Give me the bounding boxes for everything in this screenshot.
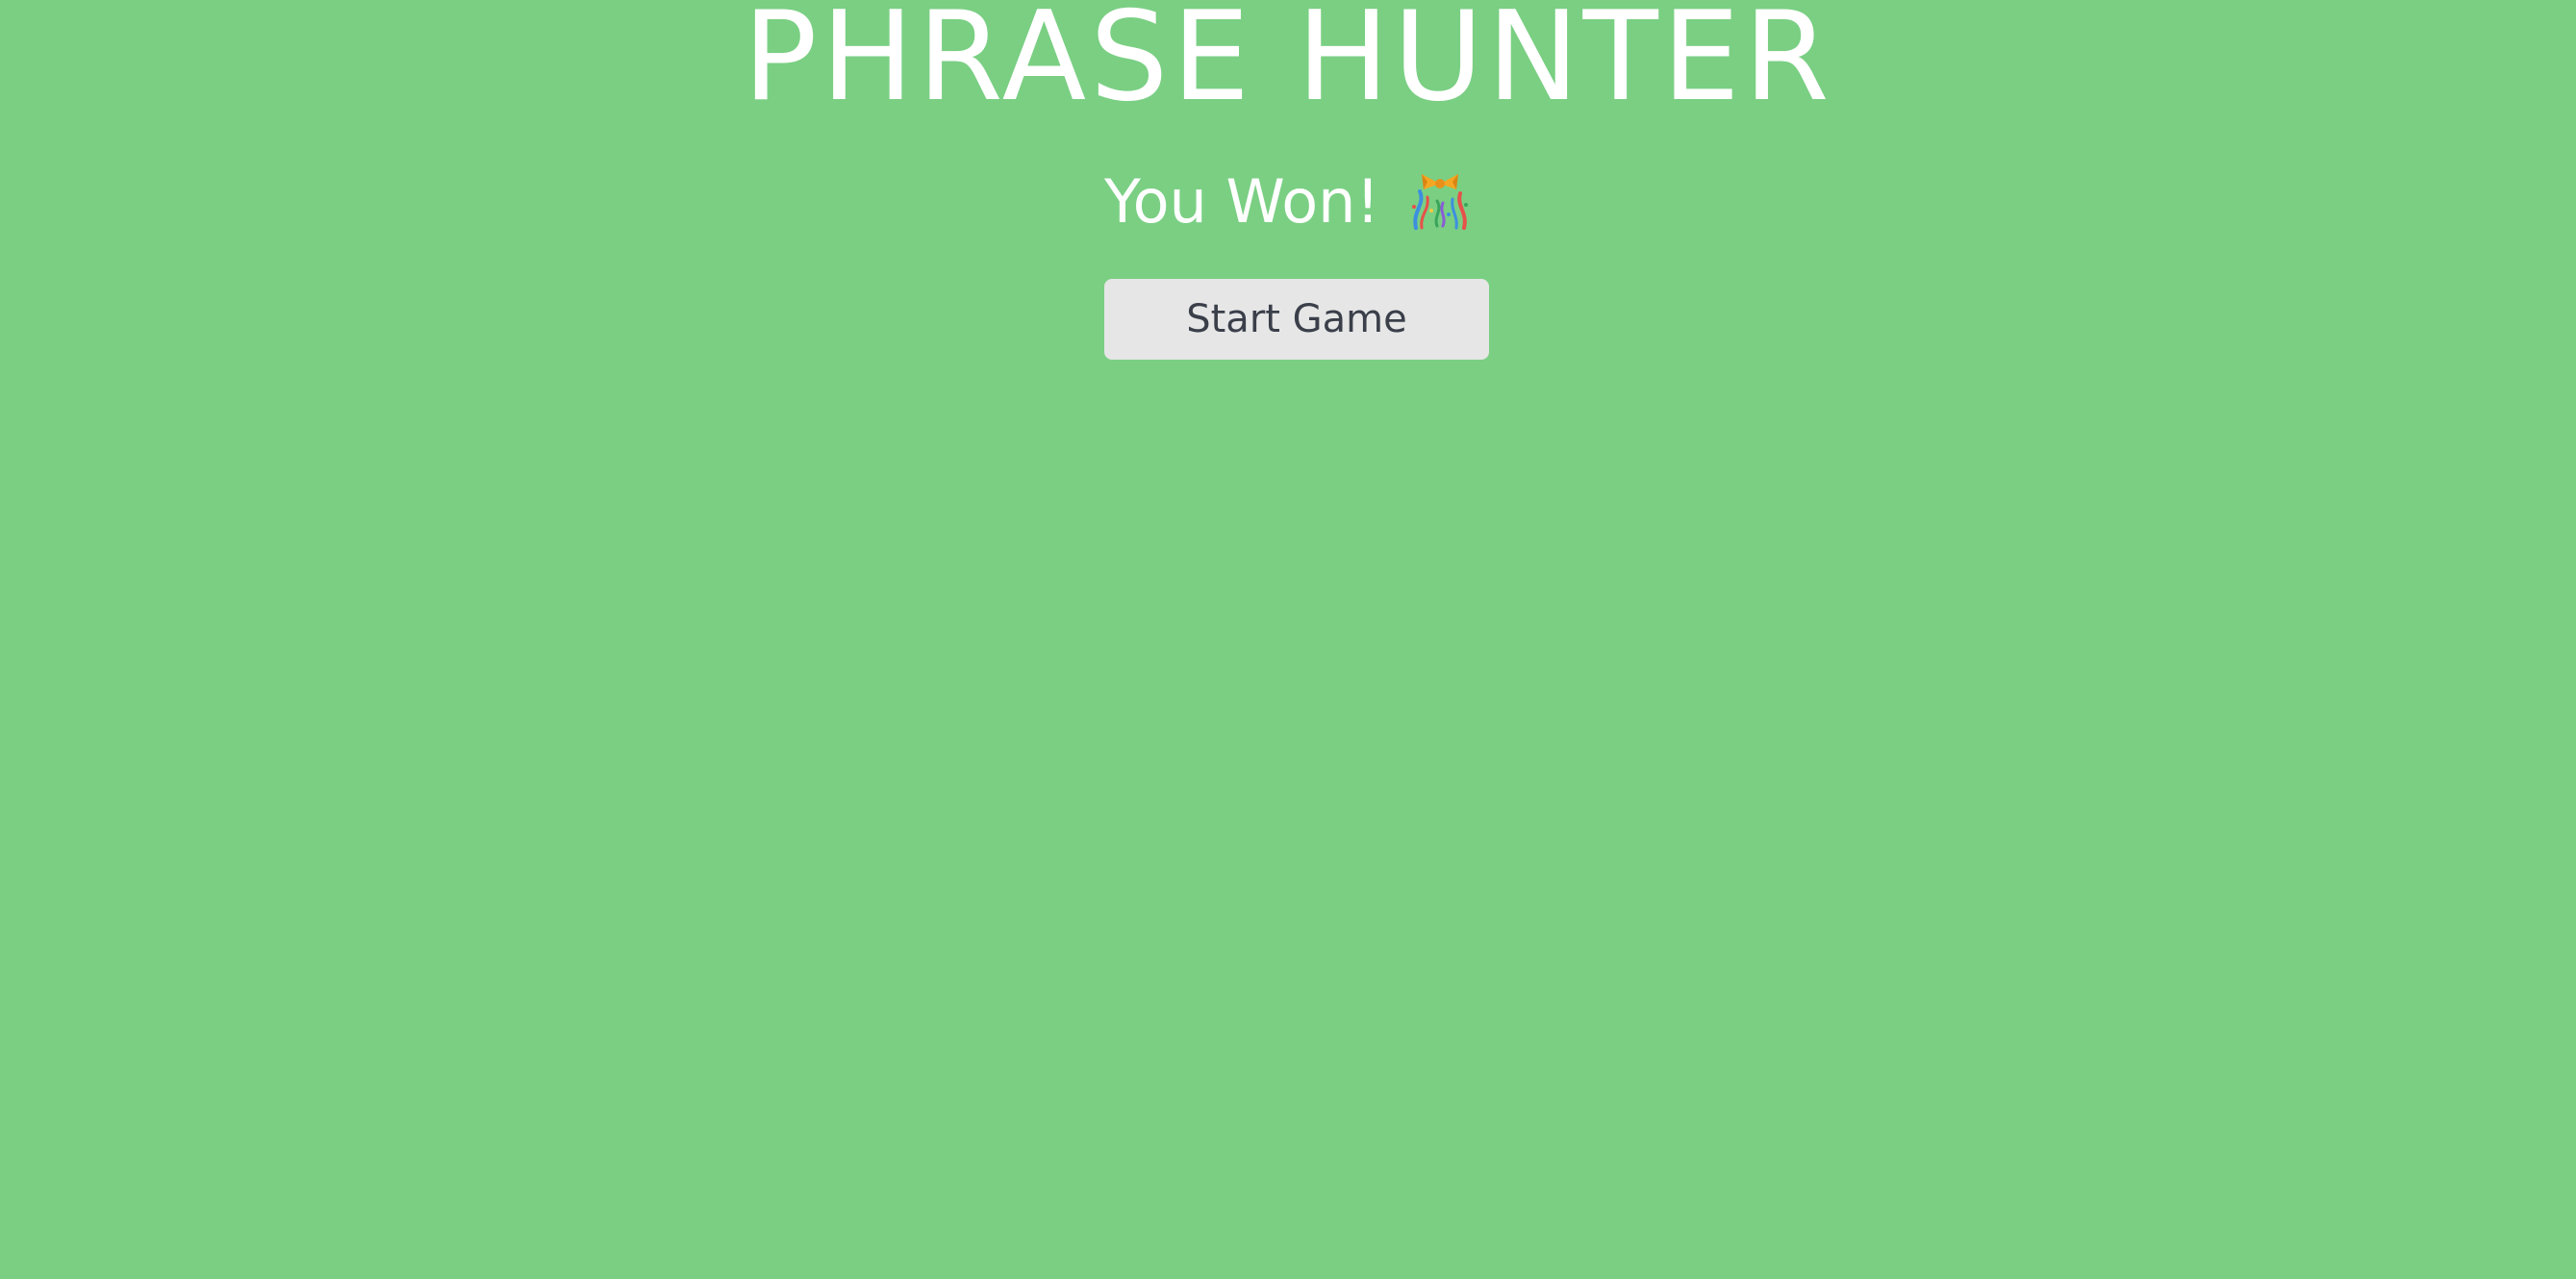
result-message: You Won! [0, 162, 2576, 242]
game-overlay: PHRASE HUNTER You Won! Start Game [0, 0, 2576, 1279]
party-popper-icon [1408, 168, 1472, 232]
start-game-button[interactable]: Start Game [1104, 279, 1489, 360]
result-message-text: You Won! [1103, 166, 1380, 237]
game-title: PHRASE HUNTER [743, 0, 1833, 129]
